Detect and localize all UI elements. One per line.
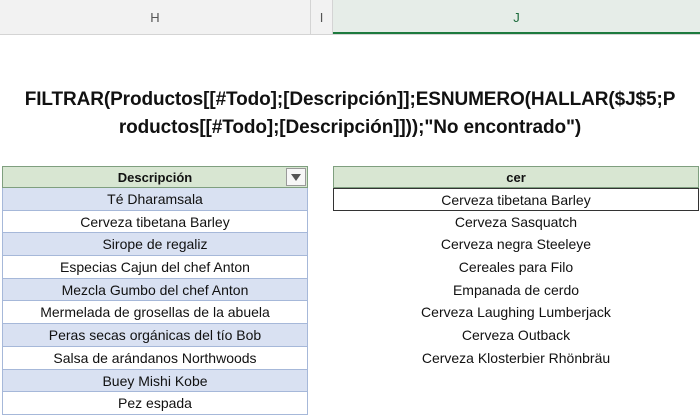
result-row[interactable]: Cerveza Outback bbox=[333, 324, 699, 347]
result-row[interactable]: Empanada de cerdo bbox=[333, 279, 699, 302]
result-row[interactable]: Cereales para Filo bbox=[333, 256, 699, 279]
column-header-h[interactable]: H bbox=[0, 0, 311, 34]
formula-text: FILTRAR(Productos[[#Todo];[Descripción]]… bbox=[0, 86, 700, 142]
table-row[interactable]: Cerveza tibetana Barley bbox=[2, 210, 308, 234]
table-row[interactable]: Té Dharamsala bbox=[2, 188, 308, 211]
result-row[interactable]: Cerveza Sasquatch bbox=[333, 211, 699, 234]
search-term-cell[interactable]: cer bbox=[333, 166, 699, 188]
filter-dropdown-icon[interactable] bbox=[286, 168, 306, 186]
formula-line-1: FILTRAR(Productos[[#Todo];[Descripción]]… bbox=[24, 89, 676, 110]
filter-result-table: cer Cerveza tibetana Barley Cerveza Sasq… bbox=[333, 166, 699, 370]
column-header-j[interactable]: J bbox=[333, 0, 700, 34]
descripcion-header[interactable]: Descripción bbox=[2, 166, 308, 188]
table-row[interactable]: Mermelada de grosellas de la abuela bbox=[2, 301, 308, 325]
result-row[interactable]: Cerveza Klosterbier Rhönbräu bbox=[333, 347, 699, 370]
table-row[interactable]: Mezcla Gumbo del chef Anton bbox=[2, 278, 308, 302]
table-row[interactable]: Peras secas orgánicas del tío Bob bbox=[2, 324, 308, 347]
column-header-i[interactable]: I bbox=[311, 0, 333, 34]
result-row[interactable]: Cerveza tibetana Barley bbox=[333, 188, 699, 211]
productos-table: Descripción Té Dharamsala Cerveza tibeta… bbox=[2, 166, 308, 415]
table-row[interactable]: Especias Cajun del chef Anton bbox=[2, 256, 308, 279]
result-row[interactable]: Cerveza Laughing Lumberjack bbox=[333, 301, 699, 324]
table-row[interactable]: Pez espada bbox=[2, 392, 308, 415]
descripcion-header-label: Descripción bbox=[117, 170, 193, 185]
table-row[interactable]: Sirope de regaliz bbox=[2, 233, 308, 257]
table-row[interactable]: Buey Mishi Kobe bbox=[2, 369, 308, 393]
column-header-bar: H I J bbox=[0, 0, 700, 35]
result-row[interactable]: Cerveza negra Steeleye bbox=[333, 233, 699, 256]
table-row[interactable]: Salsa de arándanos Northwoods bbox=[2, 346, 308, 370]
formula-line-2: roductos[[#Todo];[Descripción]]));"No en… bbox=[118, 117, 582, 138]
